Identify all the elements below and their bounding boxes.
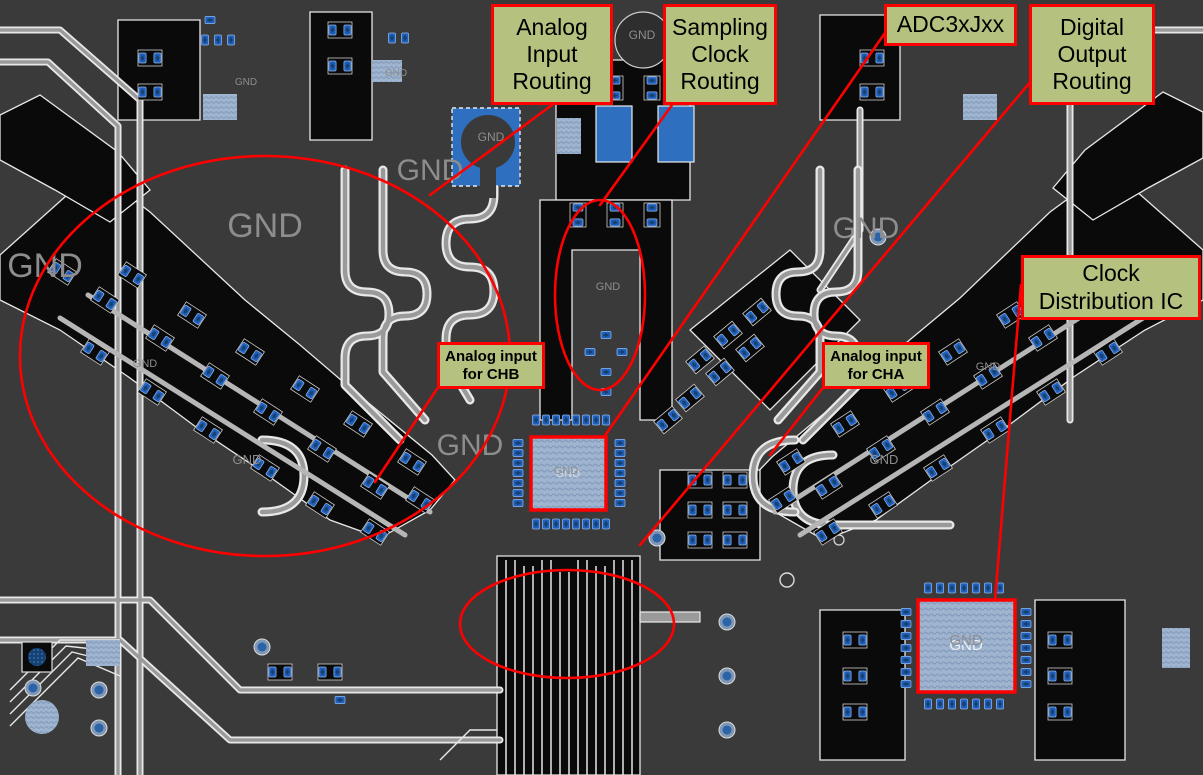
callout-line: Routing: [512, 68, 592, 95]
callout-line: Analog: [516, 13, 588, 40]
silkscreen-gnd-label: GND: [629, 28, 656, 42]
callout-line: Clock: [691, 40, 749, 67]
callout-line: Routing: [1052, 68, 1132, 95]
callout-line: Digital: [1060, 13, 1124, 40]
silkscreen-gnd-label: GND: [870, 452, 899, 467]
callout-text: Analog input for CHB: [445, 348, 537, 383]
silkscreen-gnd-label: GND: [833, 212, 900, 245]
callout-text: Analog Input Routing: [512, 14, 591, 95]
callout-analog-input-chb: Analog input for CHB: [437, 342, 545, 389]
silkscreen-gnd-label: GND: [949, 632, 983, 649]
callout-text: Sampling Clock Routing: [672, 14, 768, 95]
callout-text: Digital Output Routing: [1052, 14, 1131, 95]
callout-sampling-clock-routing: Sampling Clock Routing: [663, 4, 777, 105]
callout-line: ADC3xJxx: [896, 11, 1005, 38]
callout-text: Analog input for CHA: [830, 348, 922, 383]
callout-line: Routing: [680, 68, 760, 95]
callout-line: Sampling: [672, 13, 768, 40]
callout-adc3xjxx: ADC3xJxx: [884, 4, 1017, 46]
silkscreen-gnd-label: GND: [133, 358, 158, 370]
pcb-layout-screenshot: GND GND GND GND GND GND GND GND GND GND …: [0, 0, 1203, 775]
callout-text: Clock Distribution IC: [1039, 260, 1183, 314]
callout-line: Analog input: [830, 347, 922, 365]
silkscreen-gnd-label: GND: [235, 77, 257, 88]
callout-analog-input-cha: Analog input for CHA: [822, 342, 930, 389]
silkscreen-gnd-label: GND: [385, 68, 407, 79]
silkscreen-gnd-label: GND: [554, 465, 579, 477]
silkscreen-gnd-label: GND: [596, 281, 621, 293]
callout-line: Clock: [1082, 260, 1140, 287]
callout-digital-output-routing: Digital Output Routing: [1029, 4, 1155, 105]
pcb-artwork: GND GND GNDGNDGNDGNDGNDGND GNDGND GNDGND…: [0, 0, 1203, 775]
silkscreen-gnd-label: GND: [478, 130, 505, 144]
silkscreen-gnd-label: GND: [976, 361, 1001, 373]
silkscreen-gnd-label: GND: [437, 429, 504, 462]
silkscreen-gnd-label: GND: [397, 154, 464, 187]
callout-line: Analog input: [445, 347, 537, 365]
silkscreen-gnd-label: GND: [233, 452, 262, 467]
callout-line: Input: [526, 40, 578, 67]
callout-text: ADC3xJxx: [897, 11, 1004, 38]
callout-clock-distribution-ic: Clock Distribution IC: [1021, 255, 1201, 320]
silkscreen-gnd-label: GND: [227, 207, 303, 245]
callout-line: for CHB: [462, 365, 520, 383]
silkscreen-gnd-label: GND: [7, 247, 83, 285]
callout-analog-input-routing: Analog Input Routing: [491, 4, 613, 105]
callout-line: for CHA: [847, 365, 905, 383]
callout-line: Distribution IC: [1038, 287, 1184, 314]
callout-line: Output: [1057, 40, 1127, 67]
